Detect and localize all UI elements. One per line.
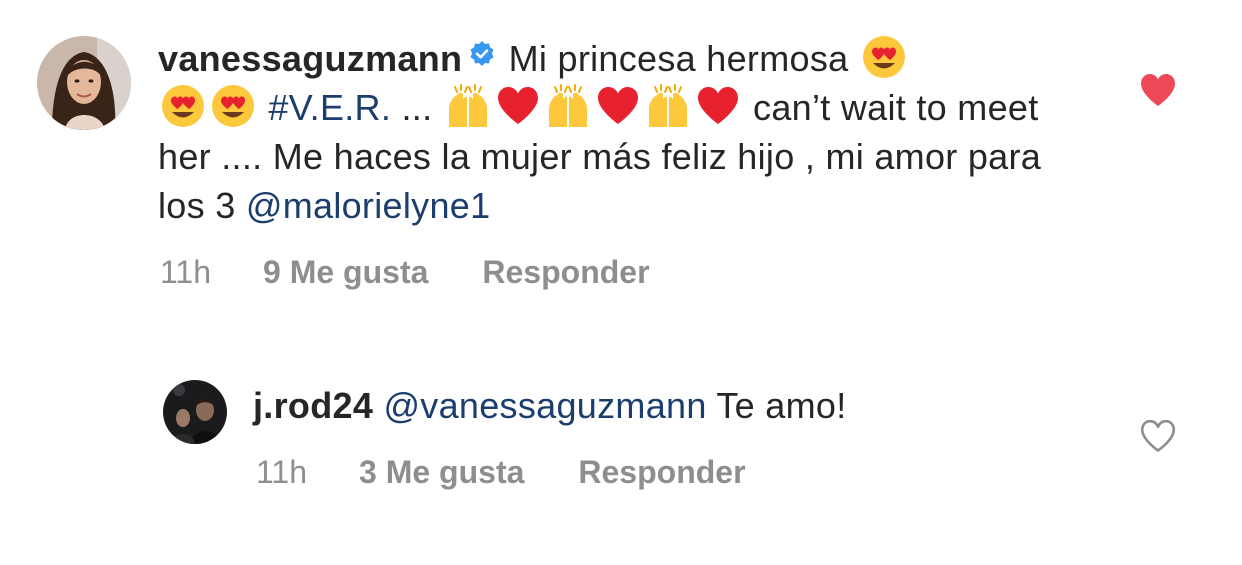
like-button[interactable] <box>1139 418 1177 454</box>
raising-hands-emoji-icon <box>445 83 491 129</box>
red-heart-emoji-icon <box>595 83 641 129</box>
like-button[interactable] <box>1139 72 1177 108</box>
likes-count-button[interactable]: 9 Me gusta <box>263 252 428 292</box>
comment-text-segment: Te amo! <box>716 385 847 426</box>
comment-text: vanessaguzmann Mi princesa hermosa #V.E.… <box>158 34 1093 230</box>
comment-meta: 11h 9 Me gusta Responder <box>160 252 650 292</box>
heart-filled-icon <box>1141 74 1175 106</box>
comment-username[interactable]: vanessaguzmann <box>158 38 462 79</box>
red-heart-emoji-icon <box>695 83 741 129</box>
comment-text: j.rod24 @vanessaguzmann Te amo! <box>253 381 1113 430</box>
comment-username[interactable]: j.rod24 <box>253 385 373 426</box>
hashtag-link[interactable]: #V.E.R. <box>268 87 391 128</box>
likes-count-button[interactable]: 3 Me gusta <box>359 452 524 492</box>
raising-hands-emoji-icon <box>645 83 691 129</box>
comment-timestamp: 11h <box>256 454 308 490</box>
heart-eyes-emoji-icon <box>210 83 256 129</box>
heart-eyes-emoji-icon <box>160 83 206 129</box>
mention-link[interactable]: @vanessaguzmann <box>383 385 706 426</box>
verified-badge-icon <box>468 40 496 68</box>
mention-link[interactable]: @malorielyne1 <box>246 185 491 226</box>
avatar[interactable] <box>163 380 227 444</box>
heart-eyes-emoji-icon <box>861 34 907 80</box>
comment-text-segment: Mi princesa hermosa <box>508 38 849 79</box>
reply-button[interactable]: Responder <box>578 452 745 492</box>
comment-timestamp: 11h <box>160 254 212 290</box>
avatar-photo <box>37 36 131 130</box>
comment-meta: 11h 3 Me gusta Responder <box>256 452 746 492</box>
red-heart-emoji-icon <box>495 83 541 129</box>
raising-hands-emoji-icon <box>545 83 591 129</box>
heart-outline-icon <box>1140 419 1176 452</box>
comment-text-segment: ... <box>401 87 433 128</box>
avatar-photo <box>163 380 227 444</box>
reply-button[interactable]: Responder <box>482 252 649 292</box>
avatar[interactable] <box>37 36 131 130</box>
